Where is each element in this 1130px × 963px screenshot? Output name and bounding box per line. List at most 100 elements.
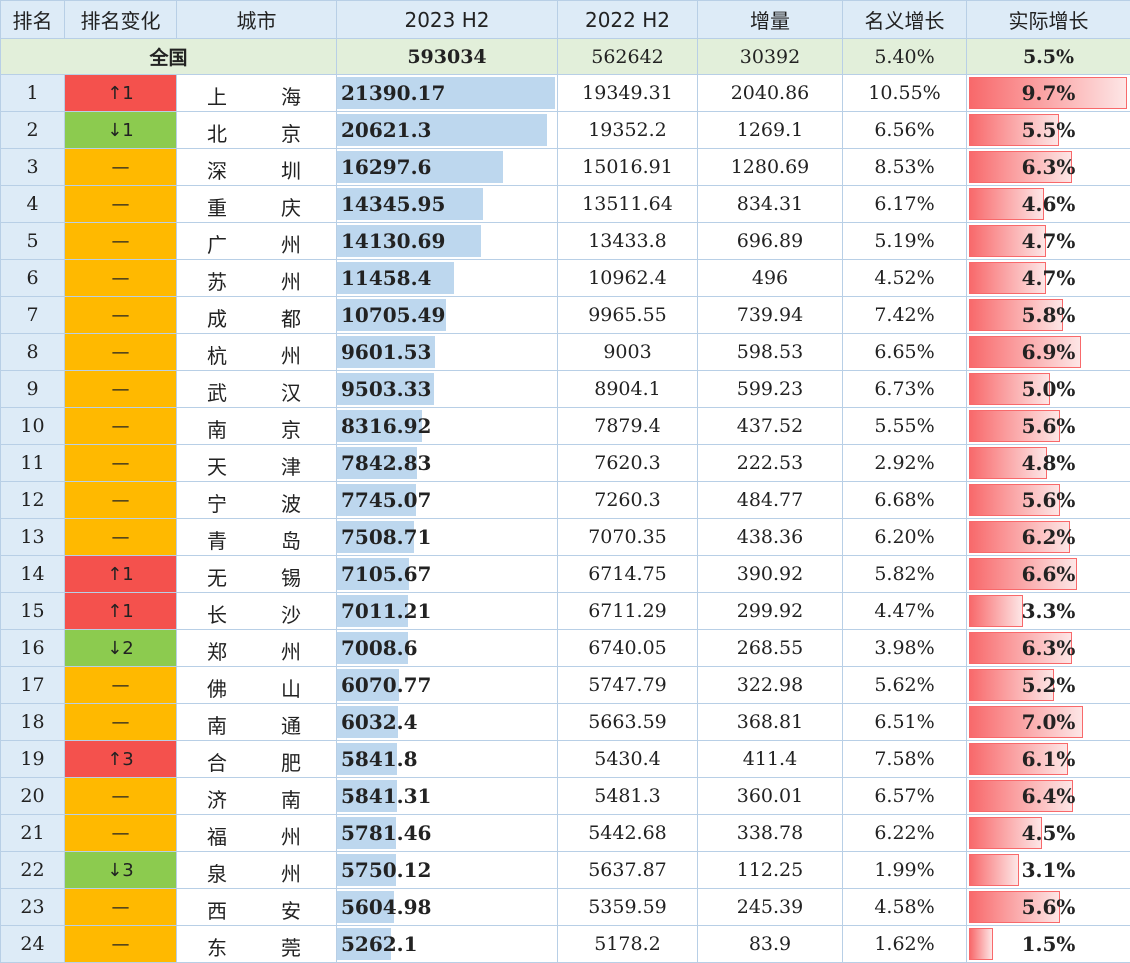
nominal-growth-cell[interactable]: 1.99% <box>843 852 967 889</box>
city-cell[interactable]: 合肥 <box>177 741 337 778</box>
rank-change-cell[interactable]: ↑3 <box>65 741 177 778</box>
rank-change-cell[interactable]: ↑1 <box>65 556 177 593</box>
gdp-2022-h2-cell[interactable]: 5430.4 <box>558 741 698 778</box>
city-cell[interactable]: 西安 <box>177 889 337 926</box>
nominal-growth-cell[interactable]: 6.73% <box>843 371 967 408</box>
rank-cell[interactable]: 16 <box>1 630 65 667</box>
rank-change-cell[interactable]: — <box>65 926 177 963</box>
rank-cell[interactable]: 9 <box>1 371 65 408</box>
rank-change-cell[interactable]: — <box>65 371 177 408</box>
increase-cell[interactable]: 368.81 <box>698 704 843 741</box>
increase-cell[interactable]: 598.53 <box>698 334 843 371</box>
rank-change-cell[interactable]: ↓1 <box>65 112 177 149</box>
city-cell[interactable]: 上海 <box>177 75 337 112</box>
gdp-2022-h2-cell[interactable]: 19352.2 <box>558 112 698 149</box>
increase-cell[interactable]: 599.23 <box>698 371 843 408</box>
national-2023-h2[interactable]: 593034 <box>337 39 558 75</box>
city-cell[interactable]: 成都 <box>177 297 337 334</box>
gdp-2022-h2-cell[interactable]: 6711.29 <box>558 593 698 630</box>
city-cell[interactable]: 泉州 <box>177 852 337 889</box>
gdp-2023-h2-cell[interactable]: 5841.8 <box>337 741 558 778</box>
rank-change-cell[interactable]: — <box>65 482 177 519</box>
increase-cell[interactable]: 299.92 <box>698 593 843 630</box>
gdp-2023-h2-cell[interactable]: 7105.67 <box>337 556 558 593</box>
increase-cell[interactable]: 322.98 <box>698 667 843 704</box>
rank-cell[interactable]: 2 <box>1 112 65 149</box>
rank-cell[interactable]: 24 <box>1 926 65 963</box>
gdp-2022-h2-cell[interactable]: 7070.35 <box>558 519 698 556</box>
rank-cell[interactable]: 23 <box>1 889 65 926</box>
real-growth-cell[interactable]: 5.8% <box>967 297 1130 334</box>
increase-cell[interactable]: 1280.69 <box>698 149 843 186</box>
header-2022-h2[interactable]: 2022 H2 <box>558 1 698 39</box>
increase-cell[interactable]: 222.53 <box>698 445 843 482</box>
gdp-2022-h2-cell[interactable]: 6740.05 <box>558 630 698 667</box>
gdp-2022-h2-cell[interactable]: 7260.3 <box>558 482 698 519</box>
gdp-2023-h2-cell[interactable]: 14345.95 <box>337 186 558 223</box>
increase-cell[interactable]: 360.01 <box>698 778 843 815</box>
real-growth-cell[interactable]: 6.9% <box>967 334 1130 371</box>
increase-cell[interactable]: 112.25 <box>698 852 843 889</box>
gdp-2022-h2-cell[interactable]: 13511.64 <box>558 186 698 223</box>
rank-change-cell[interactable]: ↑1 <box>65 593 177 630</box>
nominal-growth-cell[interactable]: 5.62% <box>843 667 967 704</box>
increase-cell[interactable]: 484.77 <box>698 482 843 519</box>
rank-cell[interactable]: 12 <box>1 482 65 519</box>
city-cell[interactable]: 郑州 <box>177 630 337 667</box>
header-real-growth[interactable]: 实际增长 <box>967 1 1130 39</box>
gdp-2023-h2-cell[interactable]: 8316.92 <box>337 408 558 445</box>
increase-cell[interactable]: 496 <box>698 260 843 297</box>
real-growth-cell[interactable]: 5.6% <box>967 408 1130 445</box>
national-label[interactable]: 全国 <box>1 39 337 75</box>
rank-cell[interactable]: 8 <box>1 334 65 371</box>
nominal-growth-cell[interactable]: 7.58% <box>843 741 967 778</box>
real-growth-cell[interactable]: 6.3% <box>967 630 1130 667</box>
real-growth-cell[interactable]: 4.8% <box>967 445 1130 482</box>
national-2022-h2[interactable]: 562642 <box>558 39 698 75</box>
rank-change-cell[interactable]: ↑1 <box>65 75 177 112</box>
gdp-2022-h2-cell[interactable]: 9965.55 <box>558 297 698 334</box>
increase-cell[interactable]: 411.4 <box>698 741 843 778</box>
rank-cell[interactable]: 6 <box>1 260 65 297</box>
nominal-growth-cell[interactable]: 3.98% <box>843 630 967 667</box>
increase-cell[interactable]: 245.39 <box>698 889 843 926</box>
nominal-growth-cell[interactable]: 8.53% <box>843 149 967 186</box>
gdp-2022-h2-cell[interactable]: 5663.59 <box>558 704 698 741</box>
gdp-2023-h2-cell[interactable]: 6070.77 <box>337 667 558 704</box>
rank-cell[interactable]: 4 <box>1 186 65 223</box>
rank-change-cell[interactable]: — <box>65 778 177 815</box>
nominal-growth-cell[interactable]: 6.51% <box>843 704 967 741</box>
real-growth-cell[interactable]: 6.2% <box>967 519 1130 556</box>
nominal-growth-cell[interactable]: 5.55% <box>843 408 967 445</box>
city-cell[interactable]: 青岛 <box>177 519 337 556</box>
gdp-2023-h2-cell[interactable]: 5781.46 <box>337 815 558 852</box>
city-cell[interactable]: 南通 <box>177 704 337 741</box>
gdp-2023-h2-cell[interactable]: 10705.49 <box>337 297 558 334</box>
rank-cell[interactable]: 19 <box>1 741 65 778</box>
gdp-2023-h2-cell[interactable]: 7745.07 <box>337 482 558 519</box>
nominal-growth-cell[interactable]: 5.82% <box>843 556 967 593</box>
gdp-2023-h2-cell[interactable]: 16297.6 <box>337 149 558 186</box>
rank-change-cell[interactable]: — <box>65 334 177 371</box>
city-cell[interactable]: 杭州 <box>177 334 337 371</box>
national-real-growth[interactable]: 5.5% <box>967 39 1130 75</box>
city-cell[interactable]: 福州 <box>177 815 337 852</box>
national-nominal-growth[interactable]: 5.40% <box>843 39 967 75</box>
real-growth-cell[interactable]: 5.6% <box>967 889 1130 926</box>
rank-change-cell[interactable]: — <box>65 667 177 704</box>
real-growth-cell[interactable]: 5.0% <box>967 371 1130 408</box>
nominal-growth-cell[interactable]: 6.65% <box>843 334 967 371</box>
rank-change-cell[interactable]: — <box>65 704 177 741</box>
nominal-growth-cell[interactable]: 7.42% <box>843 297 967 334</box>
nominal-growth-cell[interactable]: 2.92% <box>843 445 967 482</box>
city-cell[interactable]: 宁波 <box>177 482 337 519</box>
rank-cell[interactable]: 7 <box>1 297 65 334</box>
city-cell[interactable]: 重庆 <box>177 186 337 223</box>
rank-change-cell[interactable]: ↓2 <box>65 630 177 667</box>
gdp-2022-h2-cell[interactable]: 15016.91 <box>558 149 698 186</box>
real-growth-cell[interactable]: 6.4% <box>967 778 1130 815</box>
rank-cell[interactable]: 14 <box>1 556 65 593</box>
gdp-2023-h2-cell[interactable]: 14130.69 <box>337 223 558 260</box>
gdp-2023-h2-cell[interactable]: 5262.1 <box>337 926 558 963</box>
real-growth-cell[interactable]: 5.6% <box>967 482 1130 519</box>
